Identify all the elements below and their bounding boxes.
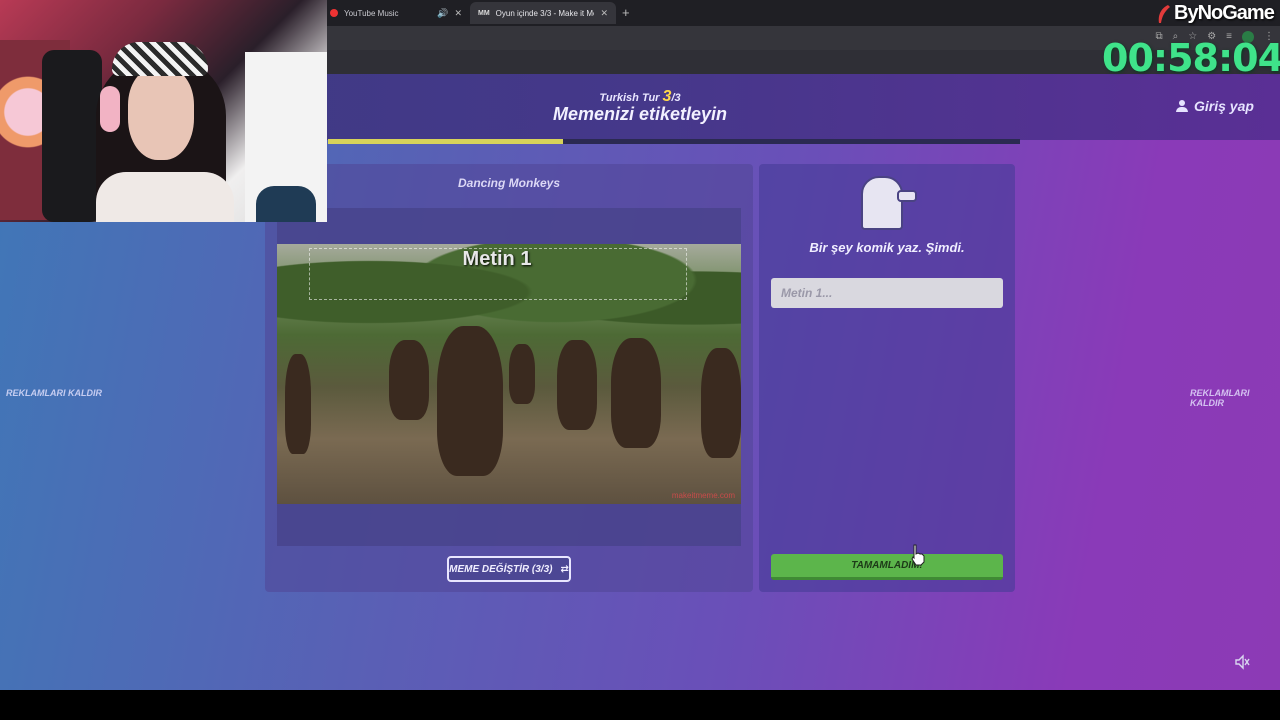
monkey xyxy=(509,344,535,404)
login-button[interactable]: Giriş yap xyxy=(1176,98,1254,114)
prompt-text: Bir şey komik yaz. Şimdi. xyxy=(809,240,965,255)
stream-timer: 00:58:04 xyxy=(1102,36,1280,80)
sound-toggle-icon[interactable] xyxy=(1234,654,1250,670)
monkey xyxy=(557,340,597,430)
headset xyxy=(100,86,120,132)
brand-logo: ByNoGame xyxy=(1156,2,1275,25)
meme-stage: Metin 1 makeitmeme.com xyxy=(277,208,741,546)
page-title: Memenizi etiketleyin xyxy=(552,104,728,124)
swap-arrows-icon: ⇄ xyxy=(560,563,569,575)
close-tab-icon[interactable]: ✕ xyxy=(600,8,608,19)
user-icon xyxy=(1176,100,1188,112)
streamer-face xyxy=(128,68,194,160)
caption-write-panel: Bir şey komik yaz. Şimdi. TAMAMLADIM! xyxy=(759,164,1015,592)
youtube-music-icon xyxy=(330,9,338,17)
round-suffix: /3 xyxy=(671,92,681,104)
new-tab-button[interactable]: + xyxy=(622,5,630,20)
monkey xyxy=(437,326,503,476)
streamer-webcam xyxy=(0,0,327,222)
streamer-shirt xyxy=(96,172,234,222)
close-tab-icon[interactable]: ✕ xyxy=(454,8,462,19)
monkey xyxy=(285,354,311,454)
meme-panel: Dancing Monkeys Metin 1 makeitmeme.com M… xyxy=(265,164,753,592)
monkey xyxy=(701,348,741,458)
remove-ads-link-right[interactable]: REKLAMLARI KALDIR xyxy=(1190,388,1280,408)
monkey xyxy=(389,340,429,420)
pointing-character-icon xyxy=(861,176,921,232)
tab-label: Oyun içinde 3/3 - Make it Meme xyxy=(495,8,595,18)
webcam-lamp xyxy=(256,186,316,222)
audio-playing-icon[interactable]: 🔊 xyxy=(437,8,448,19)
tab-make-it-meme[interactable]: MM Oyun içinde 3/3 - Make it Meme ✕ xyxy=(470,2,616,24)
done-button[interactable]: TAMAMLADIM! xyxy=(771,554,1003,580)
login-label: Giriş yap xyxy=(1194,98,1254,114)
tab-youtube-music[interactable]: YouTube Music 🔊 ✕ xyxy=(322,2,470,24)
monkey xyxy=(611,338,661,448)
letterbox-bar xyxy=(0,690,1280,720)
tab-label: YouTube Music xyxy=(344,8,399,18)
streamer-bandana xyxy=(112,42,208,76)
hand-cursor-icon xyxy=(911,544,925,566)
meme-image: Metin 1 makeitmeme.com xyxy=(277,244,741,504)
meme-title: Dancing Monkeys xyxy=(457,176,561,190)
remove-ads-link-left[interactable]: REKLAMLARI KALDIR xyxy=(6,388,102,398)
round-progress-bar xyxy=(328,139,1020,144)
change-meme-button[interactable]: MEME DEĞİŞTİR (3/3) ⇄ xyxy=(447,556,571,582)
feather-icon xyxy=(1158,4,1170,23)
round-prefix: Turkish Tur xyxy=(599,92,660,104)
change-meme-label: MEME DEĞİŞTİR (3/3) xyxy=(449,563,553,575)
caption-text-input[interactable] xyxy=(771,278,1003,308)
make-it-meme-favicon-icon: MM xyxy=(478,9,490,17)
watermark: makeitmeme.com xyxy=(671,491,735,500)
meme-caption-text: Metin 1 xyxy=(462,248,532,270)
webcam-chair xyxy=(42,50,102,222)
brand-name: ByNoGame xyxy=(1174,2,1275,24)
round-progress-fill xyxy=(328,139,564,144)
